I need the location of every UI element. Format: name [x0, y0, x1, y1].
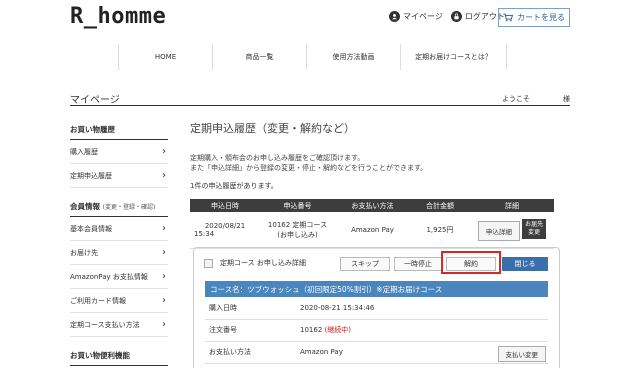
sidebar-section-member: 会員情報 (変更・登録・確認) — [70, 201, 168, 217]
chevron-right-icon: › — [162, 295, 166, 306]
site-logo[interactable]: R_homme — [70, 4, 166, 29]
cell-actions: 申込詳細 お届先 変更 — [470, 212, 554, 249]
nav-products[interactable]: 商品一覧 — [213, 44, 307, 70]
order-number: 10162 定期コース — [267, 220, 328, 229]
highlight-box — [441, 251, 501, 274]
mypage-link-label: マイページ — [403, 12, 443, 21]
chevron-right-icon: › — [162, 223, 166, 234]
table-row: 注文番号 10162 (継続中) — [205, 319, 548, 342]
table-row: お支払い方法 Amazon Pay 支払い変更 — [205, 341, 548, 364]
mypage-header: マイページ ようこそ 様 — [70, 90, 570, 106]
info-value: Amazon Pay — [300, 348, 343, 356]
cell-date: 2020/08/21 15:34 — [190, 212, 260, 249]
detail-header: 定期コース お申し込み詳細 — [204, 258, 306, 268]
column-header: 申込日時 — [190, 199, 260, 212]
cell-number: 10162 定期コース (お申し込み) — [260, 212, 335, 249]
description-line: 定期購入・頒布会のお申し込み履歴をご確認頂けます。 — [190, 154, 365, 162]
order-time: 15:34 — [194, 229, 215, 238]
info-value-cell: Amazon Pay 支払い変更 — [296, 341, 548, 364]
change-address-label: 変更 — [528, 228, 541, 236]
sidebar-item-card-info[interactable]: ご利用カード情報 › — [70, 289, 168, 313]
status-badge: (継続中) — [324, 326, 351, 334]
info-value: 2020-08-21 15:34:46 — [296, 297, 548, 320]
info-key: お支払い方法 — [205, 341, 296, 364]
sidebar-item-label: お届け先 — [70, 248, 98, 257]
column-header: 詳細 — [470, 199, 554, 212]
change-address-button[interactable]: お届先 変更 — [522, 218, 547, 239]
change-address-label: お届先 — [525, 220, 544, 228]
cart-button[interactable]: カートを見る — [498, 8, 570, 27]
detail-heading: 定期コース お申し込み詳細 — [220, 259, 306, 267]
lock-icon — [450, 11, 462, 22]
chevron-right-icon: › — [162, 170, 166, 181]
column-header: 申込番号 — [260, 199, 335, 212]
chevron-right-icon: › — [162, 247, 166, 258]
sidebar-item-label: 購入履歴 — [70, 147, 98, 156]
nav-home[interactable]: HOME — [119, 44, 213, 70]
sidebar-item-label: 定期申込履歴 — [70, 171, 112, 180]
sidebar: お買い物履歴 購入履歴 › 定期申込履歴 › 会員情報 (変更・登録・確認) 基本会… — [70, 124, 168, 366]
sidebar-item-subscription-payment[interactable]: 定期コース支払い方法 › — [70, 313, 168, 337]
sidebar-section-convenience: お買い物便利機能 — [70, 350, 168, 366]
user-icon — [389, 11, 400, 22]
info-value-cell: 10162 (継続中) — [296, 319, 548, 342]
info-key: 購入日時 — [205, 297, 296, 320]
cell-total: 1,925円 — [410, 212, 470, 249]
section-title: 定期申込履歴（変更・解約など） — [190, 122, 355, 135]
info-key: 注文番号 — [205, 319, 296, 342]
table-row: 2020/08/21 15:34 10162 定期コース (お申し込み) Ama… — [190, 212, 554, 249]
mypage-link[interactable]: マイページ — [389, 11, 443, 22]
main-content: 定期申込履歴（変更・解約など） 定期購入・頒布会のお申し込み履歴をご確認頂けます… — [190, 120, 570, 191]
chevron-right-icon: › — [162, 319, 166, 330]
sidebar-item-label: 定期コース支払い方法 — [70, 320, 140, 329]
sidebar-section-label: 会員情報 — [70, 202, 100, 211]
logout-link[interactable]: ログアウト — [450, 11, 505, 22]
skip-button[interactable]: スキップ — [340, 257, 390, 271]
chevron-right-icon: › — [162, 146, 166, 157]
detail-button[interactable]: 申込詳細 — [477, 220, 520, 241]
history-count: 1件の申込履歴があります。 — [190, 182, 278, 190]
change-payment-button[interactable]: 支払い変更 — [497, 345, 546, 362]
table-row: 購入日時 2020-08-21 15:34:46 — [205, 297, 548, 320]
info-value: 10162 — [300, 326, 323, 334]
sidebar-item-subscription-history[interactable]: 定期申込履歴 › — [70, 164, 168, 188]
page-title: マイページ — [70, 95, 120, 106]
cart-button-label: カートを見る — [517, 13, 565, 22]
close-button[interactable]: 閉じる — [502, 257, 548, 271]
global-nav: HOME 商品一覧 使用方法動画 定期お届けコースとは？ — [118, 44, 507, 70]
welcome-text: ようこそ — [502, 95, 530, 103]
cell-payment: Amazon Pay — [335, 212, 410, 249]
column-header: お支払い方法 — [335, 199, 410, 212]
detail-info-table: 購入日時 2020-08-21 15:34:46 注文番号 10162 (継続中… — [205, 297, 548, 364]
nav-howto-video[interactable]: 使用方法動画 — [307, 44, 401, 70]
sidebar-section-purchase: お買い物履歴 — [70, 124, 168, 140]
sidebar-item-label: 基本会員情報 — [70, 224, 112, 233]
pause-button[interactable]: 一時停止 — [394, 257, 442, 271]
description-line: また「申込詳細」から登録の変更・停止・解約などを行うことができます。 — [190, 164, 428, 172]
order-status: (お申し込み) — [277, 230, 318, 239]
cart-icon — [503, 13, 513, 22]
sidebar-item-label: ご利用カード情報 — [70, 296, 126, 305]
header-links: マイページ ログアウト — [389, 11, 513, 22]
table-header-row: 申込日時 申込番号 お支払い方法 合計金額 詳細 — [190, 199, 554, 212]
chevron-right-icon: › — [162, 271, 166, 282]
order-date: 2020/08/21 — [204, 221, 246, 230]
sidebar-section-note: (変更・登録・確認) — [102, 204, 156, 211]
sidebar-item-label: AmazonPay お支払情報 — [70, 272, 148, 281]
sidebar-item-purchase-history[interactable]: 購入履歴 › — [70, 140, 168, 164]
nav-subscription-about[interactable]: 定期お届けコースとは？ — [401, 44, 507, 70]
sidebar-item-shipping-address[interactable]: お届け先 › — [70, 241, 168, 265]
document-icon — [204, 258, 213, 268]
sidebar-item-amazonpay[interactable]: AmazonPay お支払情報 › — [70, 265, 168, 289]
honorific: 様 — [563, 95, 570, 103]
column-header: 合計金額 — [410, 199, 470, 212]
course-name-bar: コース名：ツブウォッシュ（初回限定50%割引）※定期お届けコース — [205, 281, 548, 297]
sidebar-item-basic-info[interactable]: 基本会員情報 › — [70, 217, 168, 241]
subscription-table: 申込日時 申込番号 お支払い方法 合計金額 詳細 2020/08/21 15:3… — [190, 199, 554, 249]
